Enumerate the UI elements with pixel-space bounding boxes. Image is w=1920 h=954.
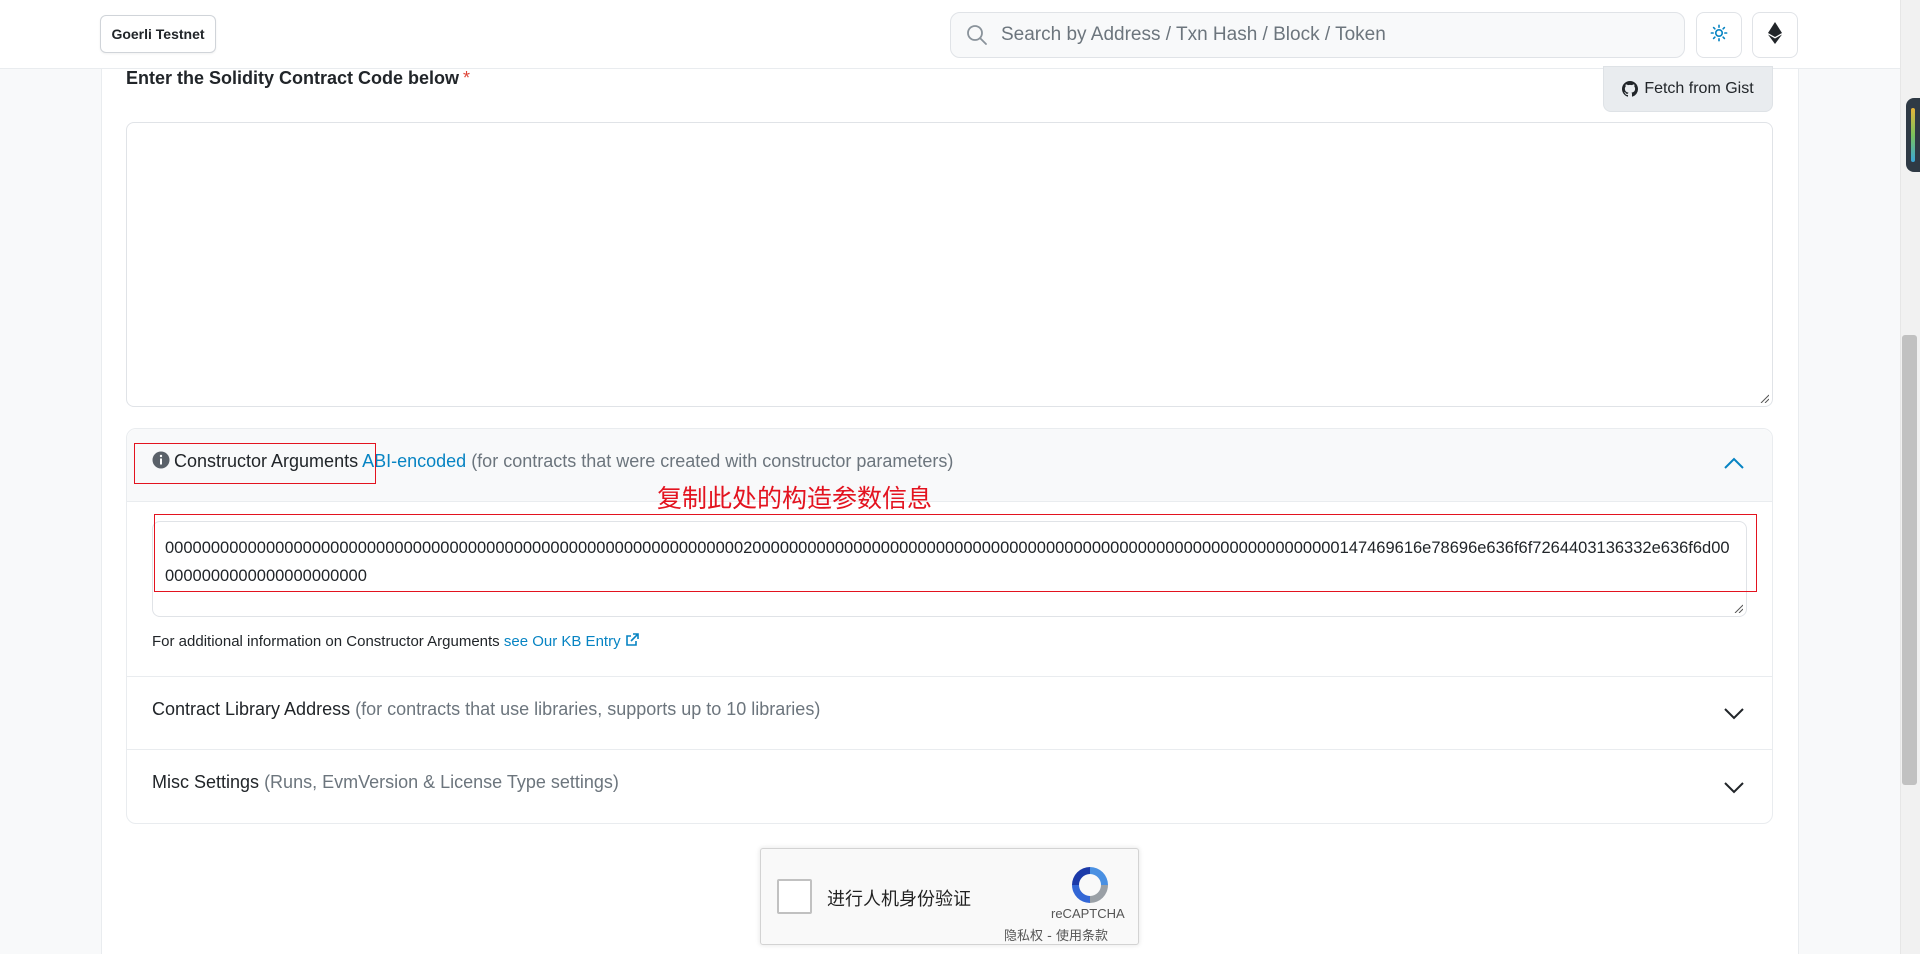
recaptcha-checkbox[interactable] (777, 879, 812, 914)
chevron-down-icon[interactable] (1722, 775, 1746, 799)
required-mark: * (463, 68, 471, 88)
resize-handle-icon[interactable] (1733, 603, 1743, 613)
extension-side-handle[interactable] (1906, 98, 1920, 172)
misc-settings-header[interactable]: Misc Settings (Runs, EvmVersion & Licens… (152, 772, 619, 793)
annotation-text: 复制此处的构造参数信息 (657, 484, 933, 513)
github-icon (1622, 81, 1639, 97)
network-switch-button[interactable] (1752, 12, 1798, 58)
constructor-args-subtitle: (for contracts that were created with co… (471, 451, 954, 471)
solidity-code-textarea[interactable] (126, 122, 1773, 407)
kb-info-text: For additional information on Constructo… (152, 633, 500, 650)
network-badge[interactable]: Goerli Testnet (100, 15, 216, 53)
fetch-from-gist-label: Fetch from Gist (1644, 80, 1754, 97)
code-label: Enter the Solidity Contract Code below * (126, 68, 470, 89)
top-header: Goerli Testnet (0, 0, 1900, 69)
annotation-highlight-args (154, 514, 1757, 592)
kb-info-line: For additional information on Constructo… (152, 633, 639, 650)
misc-settings-label: Misc Settings (152, 772, 260, 792)
library-address-label: Contract Library Address (152, 699, 351, 719)
recaptcha-terms: 隐私权 - 使用条款 (1004, 925, 1108, 944)
theme-toggle-button[interactable] (1696, 12, 1742, 58)
recaptcha-brand: reCAPTCHA (1051, 906, 1125, 921)
recaptcha-terms-link[interactable]: 使用条款 (1056, 929, 1108, 944)
recaptcha-label: 进行人机身份验证 (827, 889, 971, 910)
recaptcha-widget: 进行人机身份验证 reCAPTCHA 隐私权 - 使用条款 (760, 848, 1139, 945)
annotation-highlight-title (134, 443, 376, 484)
scrollbar-thumb[interactable] (1902, 335, 1917, 785)
recaptcha-logo-icon (1072, 867, 1108, 903)
sun-icon (1710, 24, 1728, 47)
external-link-icon (625, 633, 639, 650)
kb-entry-link-label: see Our KB Entry (503, 633, 621, 650)
search-icon (965, 22, 991, 48)
library-address-subtitle: (for contracts that use libraries, suppo… (355, 699, 821, 719)
recaptcha-privacy-link[interactable]: 隐私权 (1004, 929, 1043, 944)
kb-entry-link[interactable]: see Our KB Entry (504, 633, 639, 650)
fetch-from-gist-button[interactable]: Fetch from Gist (1603, 66, 1773, 112)
accordion-divider (126, 676, 1773, 677)
ethereum-icon (1768, 21, 1782, 49)
resize-handle-icon[interactable] (1759, 393, 1769, 403)
library-address-header[interactable]: Contract Library Address (for contracts … (152, 699, 820, 720)
search-input[interactable] (1001, 24, 1661, 46)
options-accordion: Constructor Arguments ABI-encoded (for c… (126, 428, 1773, 824)
misc-settings-subtitle: (Runs, EvmVersion & License Type setting… (264, 772, 619, 792)
abi-encoded-link[interactable]: ABI-encoded (362, 451, 466, 471)
accordion-divider (126, 749, 1773, 750)
chevron-up-icon[interactable] (1722, 451, 1746, 475)
search-bar[interactable] (950, 12, 1685, 58)
chevron-down-icon[interactable] (1722, 701, 1746, 725)
code-label-text: Enter the Solidity Contract Code below (126, 68, 460, 88)
recaptcha-separator: - (1043, 929, 1056, 944)
